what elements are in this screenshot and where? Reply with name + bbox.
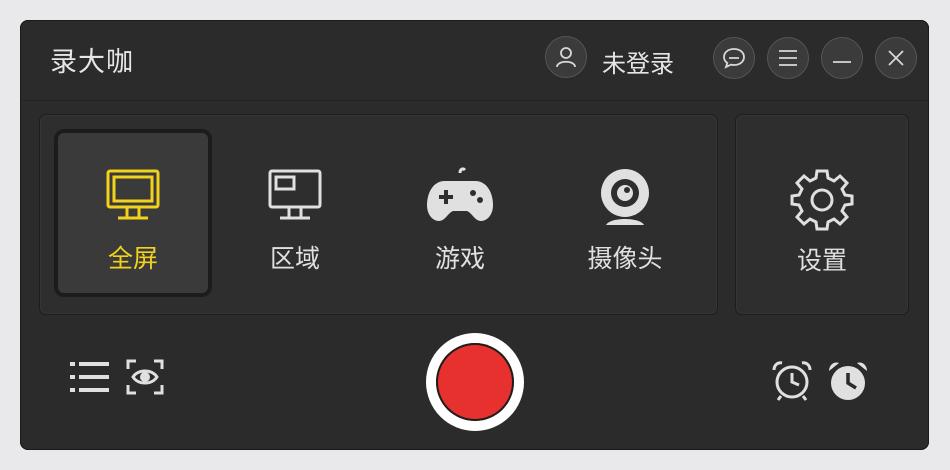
close-icon xyxy=(888,50,904,66)
user-avatar-button[interactable] xyxy=(545,36,587,78)
message-icon xyxy=(723,48,745,69)
mode-label: 全屏 xyxy=(107,244,158,273)
scheduled-record-button[interactable] xyxy=(770,360,814,406)
record-list-button[interactable] xyxy=(70,360,110,398)
gamepad-icon xyxy=(427,167,493,221)
settings-label: 设置 xyxy=(796,246,847,275)
region-icon xyxy=(268,169,322,220)
menu-button[interactable] xyxy=(767,37,809,79)
mode-panel: 全屏 区域 游戏 摄像头 xyxy=(39,114,718,315)
message-button[interactable] xyxy=(713,37,755,79)
mode-fullscreen[interactable]: 全屏 xyxy=(58,133,208,293)
minimize-button[interactable] xyxy=(821,37,863,79)
timer-clock-icon xyxy=(829,362,867,400)
user-icon xyxy=(556,47,576,68)
app-title: 录大咖 xyxy=(50,47,134,78)
mode-game[interactable]: 游戏 xyxy=(385,133,535,293)
gear-icon xyxy=(790,169,854,231)
alarm-clock-icon xyxy=(772,361,812,401)
app-window: 录大咖 未登录 全屏 区域 游戏 摄像头 设置 xyxy=(20,20,929,450)
monitor-icon xyxy=(106,169,160,220)
mode-label: 游戏 xyxy=(434,244,485,273)
preview-eye-icon xyxy=(126,359,164,395)
list-icon xyxy=(70,362,109,392)
mode-webcam[interactable]: 摄像头 xyxy=(550,133,700,293)
mode-label: 摄像头 xyxy=(587,244,663,273)
minimize-icon xyxy=(833,61,851,63)
mode-region[interactable]: 区域 xyxy=(220,133,370,293)
settings-button[interactable]: 设置 xyxy=(735,114,909,315)
record-button[interactable] xyxy=(426,333,524,431)
menu-icon xyxy=(779,50,797,66)
record-icon xyxy=(436,343,514,421)
timed-stop-button[interactable] xyxy=(826,360,870,406)
mode-label: 区域 xyxy=(269,244,320,273)
preview-button[interactable] xyxy=(126,359,164,399)
close-button[interactable] xyxy=(875,37,917,79)
webcam-icon xyxy=(601,169,649,225)
title-bar: 录大咖 未登录 xyxy=(20,20,929,101)
login-status[interactable]: 未登录 xyxy=(602,44,674,79)
